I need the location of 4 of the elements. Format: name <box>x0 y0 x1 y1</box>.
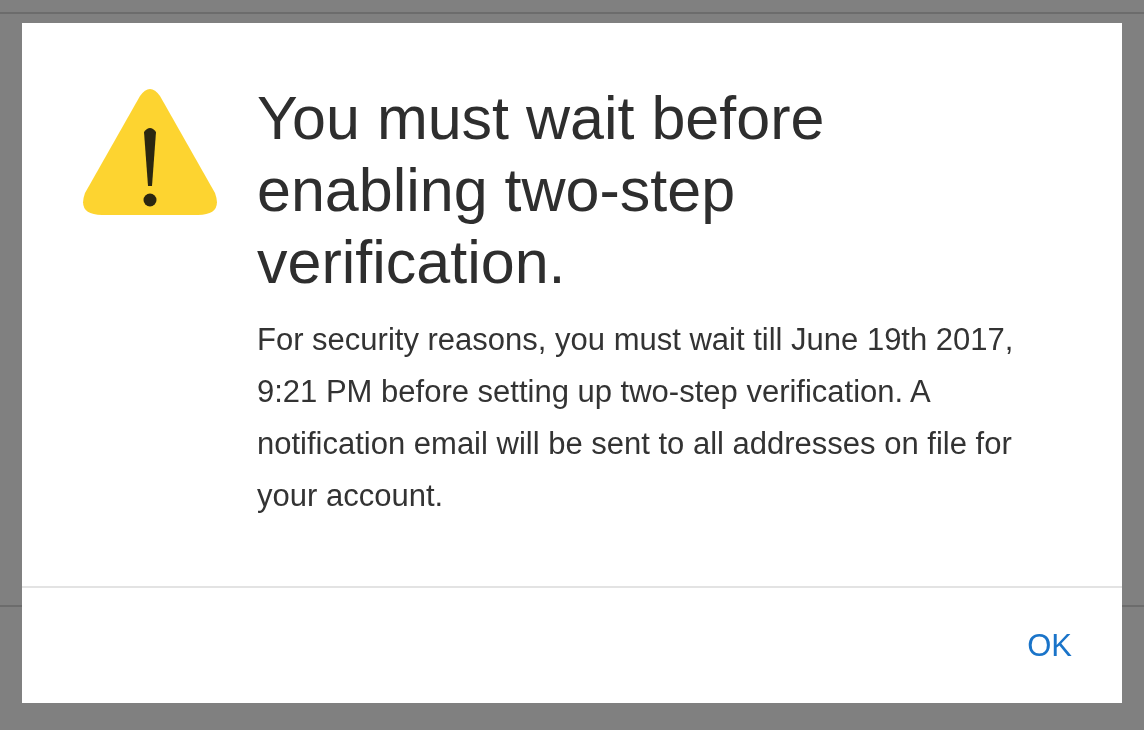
dialog-title: You must wait before enabling two-step verification. <box>257 83 826 298</box>
warning-icon <box>82 88 218 215</box>
ok-button[interactable]: OK <box>1023 623 1076 668</box>
dialog-message: For security reasons, you must wait till June 19th 2017, 9:21 PM before setting up two-step verification. A notification email will be sent to all addresses on file for your account. <box>257 321 1015 515</box>
